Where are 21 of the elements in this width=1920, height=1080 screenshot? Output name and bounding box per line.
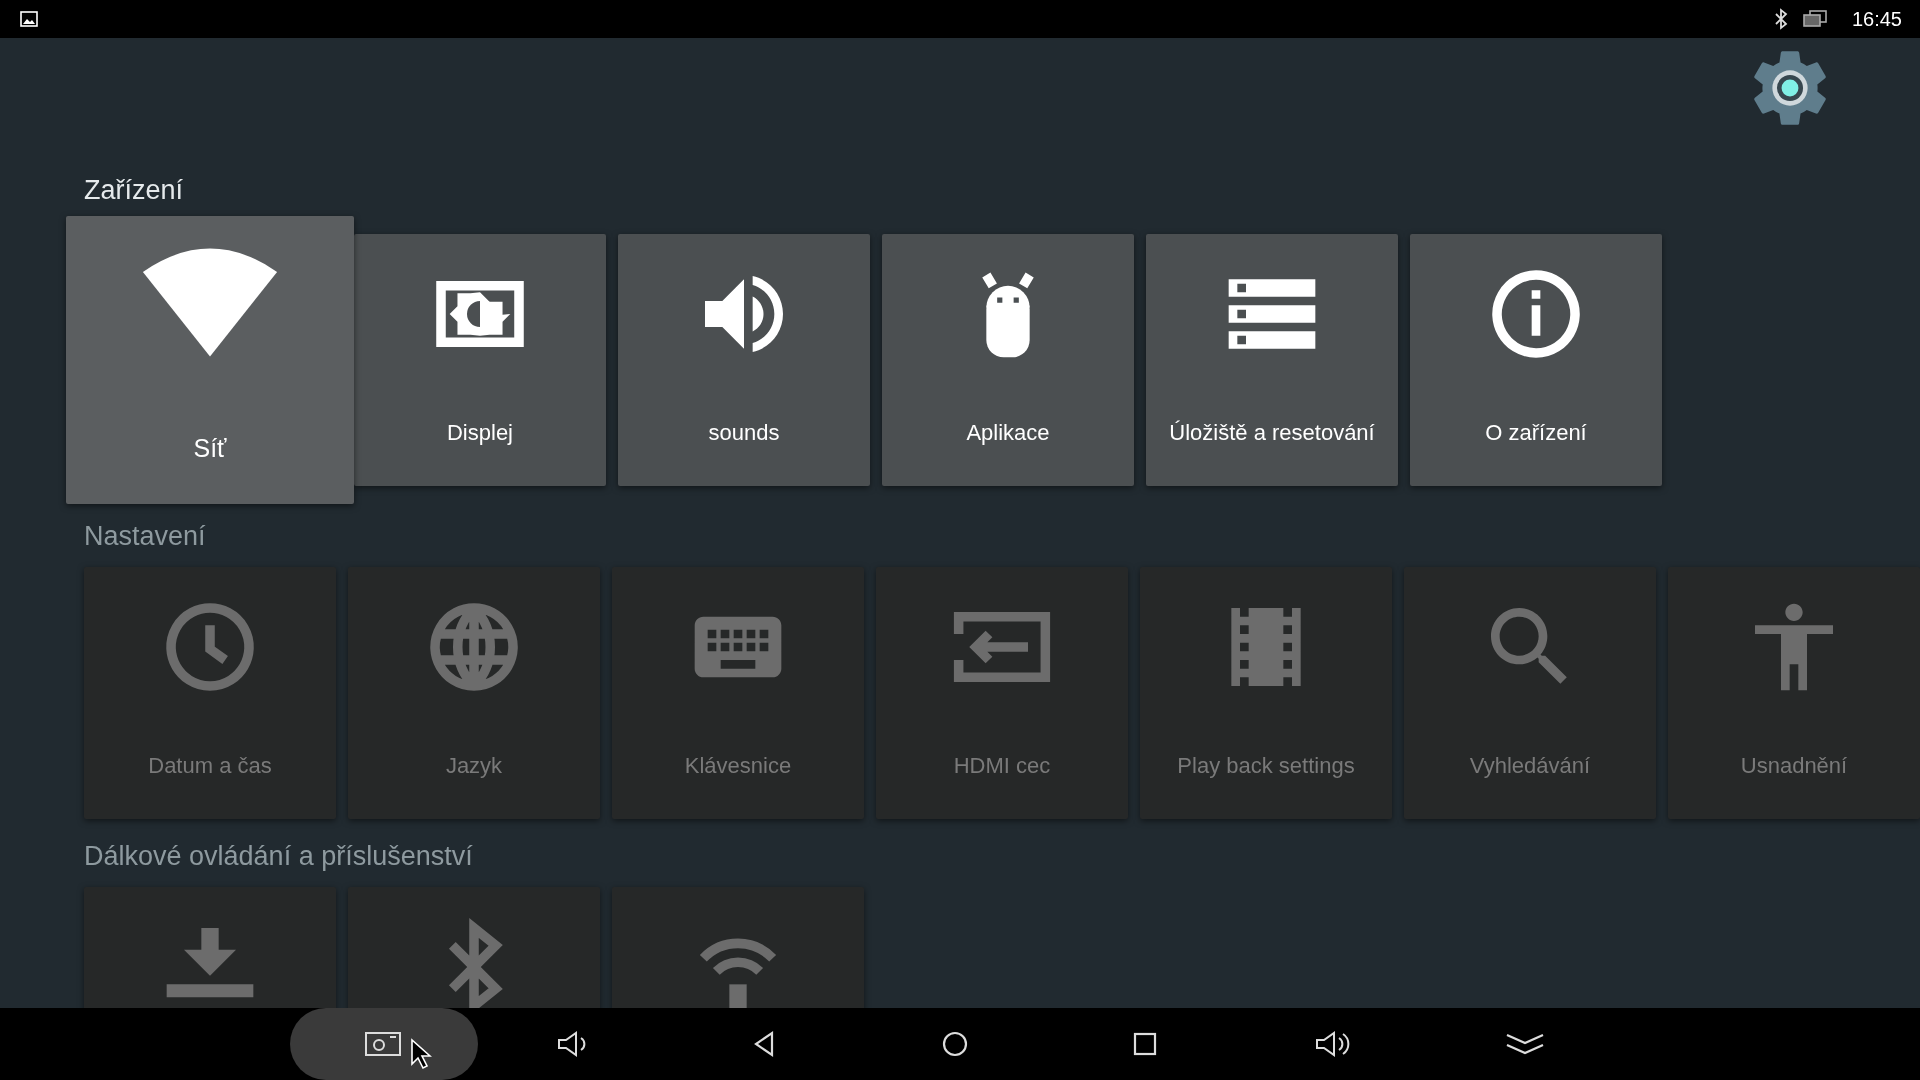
settings-tile[interactable]: O zařízení	[1410, 234, 1662, 486]
section-title: Nastavení	[84, 520, 207, 553]
settings-tile[interactable]: Klávesnice	[612, 567, 864, 819]
settings-tile[interactable]: HDMI cec	[876, 567, 1128, 819]
settings-tile[interactable]: Aplikace	[882, 234, 1134, 486]
settings-tile[interactable]: Play back settings	[1140, 567, 1392, 819]
settings-tile[interactable]: Usnadnění	[1668, 567, 1920, 819]
screens-icon	[1801, 9, 1828, 29]
section-title: Dálkové ovládání a příslušenství	[84, 840, 474, 873]
gallery-icon	[20, 11, 38, 27]
settings-tile[interactable]: Displej	[354, 234, 606, 486]
settings-tile[interactable]: Vyhledávání	[1404, 567, 1656, 819]
settings-tile[interactable]: Datum a čas	[84, 567, 336, 819]
settings-tile[interactable]: sounds	[618, 234, 870, 486]
bluetooth-icon	[1773, 8, 1788, 30]
section-title: Zařízení	[84, 174, 185, 207]
settings-tile[interactable]: Úložiště a resetování	[1146, 234, 1398, 486]
pointer-icon	[410, 1038, 432, 1070]
settings-tile[interactable]: Síť	[66, 216, 354, 504]
clock-time: 16:45	[1851, 7, 1902, 31]
settings-tile[interactable]: Jazyk	[348, 567, 600, 819]
